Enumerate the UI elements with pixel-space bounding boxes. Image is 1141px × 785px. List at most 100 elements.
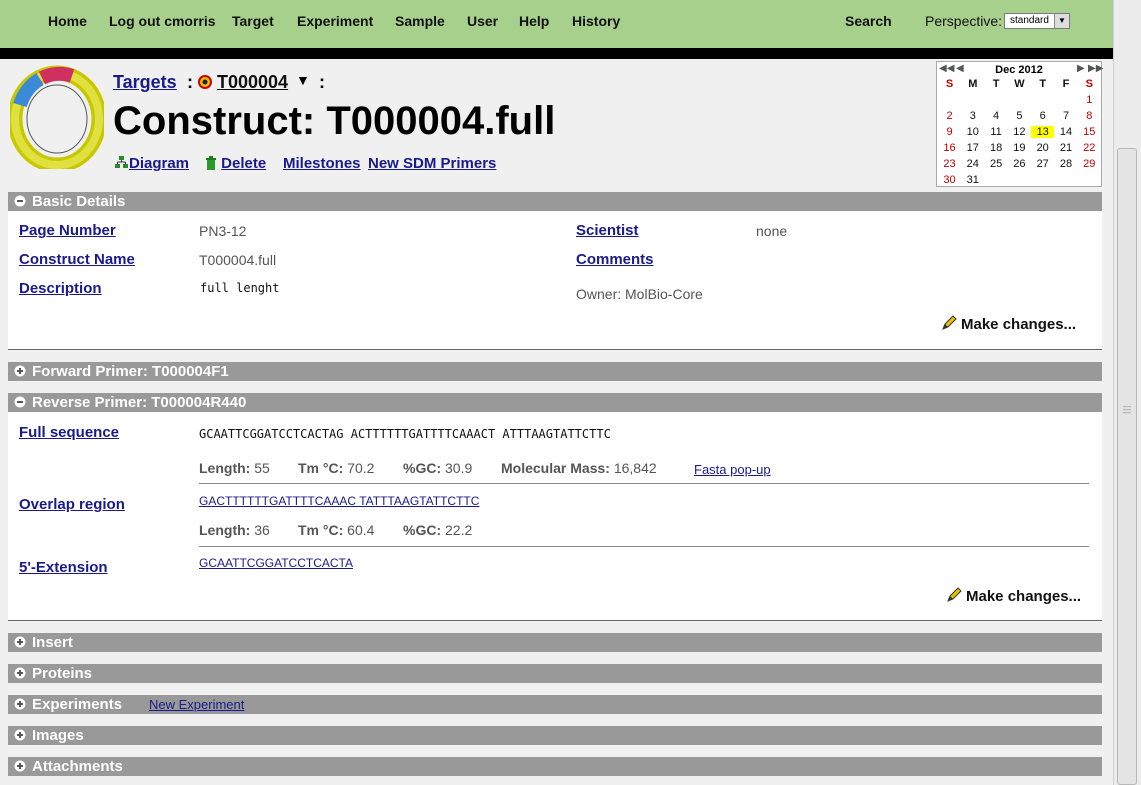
length-label: Length: xyxy=(199,522,251,538)
caret-down-icon[interactable]: ▼ xyxy=(296,72,310,88)
calendar-day[interactable]: 13 xyxy=(1031,126,1055,138)
calendar-day[interactable]: 28 xyxy=(1055,158,1078,170)
perspective-select[interactable]: standard ▼ xyxy=(1004,13,1070,29)
description-label[interactable]: Description xyxy=(19,280,102,297)
calendar-day[interactable]: 29 xyxy=(1078,158,1101,170)
comments-label[interactable]: Comments xyxy=(576,251,654,268)
calendar-day[interactable]: 8 xyxy=(1078,110,1101,122)
diagram-icon xyxy=(115,156,128,168)
scrollbar-thumb[interactable] xyxy=(1117,148,1137,785)
page-number-label[interactable]: Page Number xyxy=(19,222,116,239)
breadcrumb-targets[interactable]: Targets xyxy=(113,72,177,93)
delete-action[interactable]: Delete xyxy=(205,155,266,172)
calendar-day[interactable]: 4 xyxy=(985,110,1008,122)
trash-icon xyxy=(206,156,216,170)
section-insert[interactable]: Insert xyxy=(8,633,1102,652)
scientist-label[interactable]: Scientist xyxy=(576,222,639,239)
nav-history[interactable]: History xyxy=(572,13,620,29)
extension-label[interactable]: 5'-Extension xyxy=(19,559,108,576)
calendar-day[interactable]: 30 xyxy=(938,174,961,186)
page-title: Construct: T000004.full xyxy=(113,99,556,143)
calendar-day[interactable]: 27 xyxy=(1031,158,1054,170)
calendar-day[interactable]: 7 xyxy=(1055,110,1078,122)
construct-name-value: T000004.full xyxy=(199,252,277,268)
length-value: 55 xyxy=(254,460,270,476)
expand-icon[interactable] xyxy=(14,636,26,648)
calendar-day[interactable]: 3 xyxy=(961,110,984,122)
calendar-day[interactable]: 21 xyxy=(1055,142,1078,154)
calendar-next-month-icon[interactable]: ▶ xyxy=(1077,63,1085,74)
calendar-day[interactable]: 31 xyxy=(961,174,984,186)
calendar-day[interactable]: 1 xyxy=(1078,94,1101,106)
new-experiment-link[interactable]: New Experiment xyxy=(148,697,246,712)
calendar-day[interactable]: 18 xyxy=(985,142,1008,154)
full-sequence-label[interactable]: Full sequence xyxy=(19,424,119,441)
overlap-tm-stat: Tm °C: 60.4 xyxy=(298,522,374,538)
new-sdm-primers-link[interactable]: New SDM Primers xyxy=(368,155,496,172)
fasta-popup-link[interactable]: Fasta pop-up xyxy=(694,462,771,477)
calendar-day[interactable]: 5 xyxy=(1008,110,1031,122)
pencil-icon xyxy=(947,587,962,602)
extension-value[interactable]: GCAATTCGGATCCTCACTA xyxy=(199,556,353,570)
scientist-value: none xyxy=(756,223,788,239)
section-title: Images xyxy=(32,727,84,744)
calendar-day[interactable]: 22 xyxy=(1078,142,1101,154)
overlap-region-label[interactable]: Overlap region xyxy=(19,496,125,513)
section-proteins[interactable]: Proteins xyxy=(8,664,1102,683)
diagram-action[interactable]: Diagram xyxy=(114,155,189,172)
breadcrumb-separator: : xyxy=(187,72,193,92)
diagram-link[interactable]: Diagram xyxy=(129,155,189,172)
make-changes-label: Make changes... xyxy=(961,316,1077,333)
calendar-day[interactable]: 12 xyxy=(1008,126,1031,138)
nav-help[interactable]: Help xyxy=(519,13,549,29)
calendar-day[interactable]: 23 xyxy=(938,158,961,170)
calendar-day[interactable]: 26 xyxy=(1008,158,1031,170)
nav-sample[interactable]: Sample xyxy=(395,13,445,29)
nav-search[interactable]: Search xyxy=(845,13,892,29)
calendar-day[interactable]: 16 xyxy=(938,142,961,154)
section-attachments[interactable]: Attachments xyxy=(8,757,1102,776)
milestones-link[interactable]: Milestones xyxy=(283,155,361,172)
make-changes-button[interactable]: Make changes... xyxy=(941,315,1076,333)
overlap-region-value[interactable]: GACTTTTTTGATTTTCAAAC TATTTAAGTATTCTTC xyxy=(199,494,479,508)
collapse-icon[interactable] xyxy=(14,396,26,408)
nav-experiment[interactable]: Experiment xyxy=(297,13,373,29)
calendar-day[interactable]: 11 xyxy=(985,126,1008,138)
calendar-day[interactable]: 20 xyxy=(1031,142,1054,154)
section-images[interactable]: Images xyxy=(8,726,1102,745)
chevron-down-icon[interactable]: ▼ xyxy=(1054,14,1069,28)
construct-name-label[interactable]: Construct Name xyxy=(19,251,135,268)
calendar-day[interactable]: 6 xyxy=(1031,110,1054,122)
calendar-day[interactable]: 19 xyxy=(1008,142,1031,154)
section-title: Basic Details xyxy=(32,193,126,210)
section-basic-details[interactable]: Basic Details xyxy=(8,192,1102,211)
calendar-day[interactable]: 25 xyxy=(985,158,1008,170)
expand-icon[interactable] xyxy=(14,760,26,772)
breadcrumb-target[interactable]: T000004 xyxy=(217,72,288,93)
calendar-day[interactable]: 14 xyxy=(1055,126,1078,138)
full-sequence-value: GCAATTCGGATCCTCACTAG ACTTTTTTGATTTTCAAAC… xyxy=(199,427,611,441)
nav-target[interactable]: Target xyxy=(232,13,274,29)
calendar-day[interactable]: 24 xyxy=(961,158,984,170)
section-reverse-primer[interactable]: Reverse Primer: T000004R440 xyxy=(8,393,1102,412)
calendar-day[interactable]: 10 xyxy=(961,126,984,138)
expand-icon[interactable] xyxy=(14,698,26,710)
nav-home[interactable]: Home xyxy=(48,13,87,29)
make-changes-button[interactable]: Make changes... xyxy=(946,587,1081,605)
tm-stat: Tm °C: 70.2 xyxy=(298,460,374,476)
mass-value: 16,842 xyxy=(613,460,657,476)
calendar-day[interactable]: 15 xyxy=(1078,126,1101,138)
expand-icon[interactable] xyxy=(14,667,26,679)
nav-logout[interactable]: Log out cmorris xyxy=(109,13,216,29)
section-forward-primer[interactable]: Forward Primer: T000004F1 xyxy=(8,362,1102,381)
collapse-icon[interactable] xyxy=(14,195,26,207)
expand-icon[interactable] xyxy=(14,365,26,377)
delete-link[interactable]: Delete xyxy=(221,155,266,172)
nav-user[interactable]: User xyxy=(467,13,498,29)
owner-text: Owner: MolBio-Core xyxy=(576,286,703,302)
expand-icon[interactable] xyxy=(14,729,26,741)
calendar-day[interactable]: 9 xyxy=(938,126,961,138)
calendar-next-year-icon[interactable]: ▶▶ xyxy=(1088,63,1103,74)
calendar-day[interactable]: 2 xyxy=(938,110,961,122)
calendar-day[interactable]: 17 xyxy=(961,142,984,154)
